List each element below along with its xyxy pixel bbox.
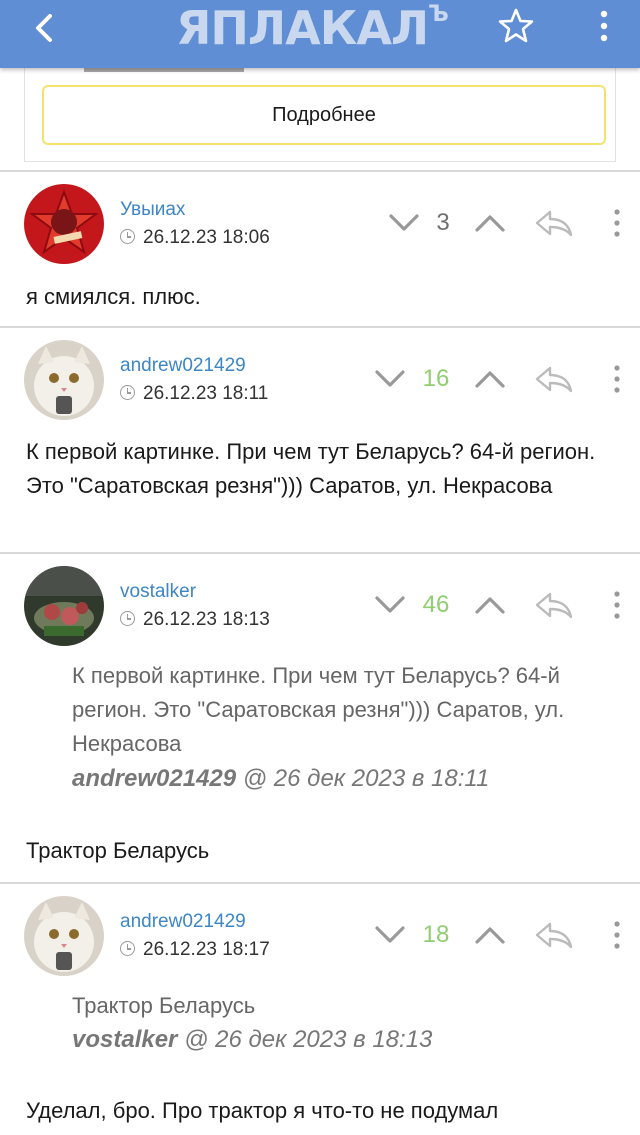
clock-icon	[120, 941, 135, 956]
comment-time: 26.12.23 18:17	[120, 939, 270, 961]
comment-author[interactable]: andrew021429	[120, 355, 246, 377]
vote-down-chevron-icon[interactable]	[374, 368, 406, 390]
reply-icon[interactable]	[534, 590, 574, 620]
comment-score: 3	[436, 209, 450, 236]
vote-down-chevron-icon[interactable]	[374, 594, 406, 616]
comment-text: Уделал, бро. Про трактор я что-то не под…	[26, 1098, 499, 1123]
avatar[interactable]	[24, 896, 104, 976]
comment-text: я смиялся. плюс.	[26, 284, 201, 309]
vote-down-chevron-icon[interactable]	[374, 924, 406, 946]
vote-up-chevron-icon[interactable]	[474, 368, 506, 390]
vote-up-chevron-icon[interactable]	[474, 924, 506, 946]
quote-text: К первой картинке. При чем тут Беларусь?…	[72, 663, 565, 756]
comment-time: 26.12.23 18:13	[120, 609, 270, 631]
quote-author[interactable]: andrew021429	[72, 765, 236, 792]
comment-author[interactable]: Увыиах	[120, 199, 185, 221]
clock-icon	[120, 229, 135, 244]
reply-icon[interactable]	[534, 208, 574, 238]
reply-icon[interactable]	[534, 364, 574, 394]
divider	[0, 552, 640, 554]
avatar[interactable]	[24, 566, 104, 646]
comment-score: 16	[422, 365, 450, 392]
comment-time: 26.12.23 18:11	[120, 383, 268, 405]
comment-text: К первой картинке. При чем тут Беларусь?…	[26, 439, 596, 498]
kebab-menu-icon[interactable]	[592, 6, 616, 46]
avatar[interactable]	[24, 184, 104, 264]
top-bar: ЯПЛАКАЛЪ	[0, 0, 640, 68]
quote-attribution: andrew021429 @ 26 дек 2023 в 18:11	[72, 765, 490, 792]
quote-text: Трактор Беларусь	[72, 993, 256, 1018]
divider	[0, 882, 640, 884]
quote-author[interactable]: vostalker	[72, 1026, 177, 1053]
comment-score: 46	[422, 591, 450, 618]
comment-menu-icon[interactable]	[612, 920, 622, 950]
clock-icon	[120, 611, 135, 626]
comment-time: 26.12.23 18:06	[120, 227, 270, 249]
more-button[interactable]: Подробнее	[42, 85, 606, 145]
comment-author[interactable]: andrew021429	[120, 911, 246, 933]
vote-up-chevron-icon[interactable]	[474, 594, 506, 616]
comment-score: 18	[422, 921, 450, 948]
vote-up-chevron-icon[interactable]	[474, 212, 506, 234]
reply-icon[interactable]	[534, 920, 574, 950]
comment-menu-icon[interactable]	[612, 364, 622, 394]
avatar[interactable]	[24, 340, 104, 420]
clock-icon	[120, 385, 135, 400]
comment-text: Трактор Беларусь	[26, 838, 210, 863]
divider	[0, 326, 640, 328]
comment-menu-icon[interactable]	[612, 208, 622, 238]
comment-author[interactable]: vostalker	[120, 581, 196, 603]
thumbs-down-chevron-icon[interactable]	[388, 212, 420, 234]
comment-menu-icon[interactable]	[612, 590, 622, 620]
site-logo[interactable]: ЯПЛАКАЛЪ	[176, 2, 476, 54]
chevron-left-icon[interactable]	[26, 8, 66, 48]
star-icon[interactable]	[496, 6, 536, 46]
quote-attribution: vostalker @ 26 дек 2023 в 18:13	[72, 1026, 433, 1053]
divider	[0, 170, 640, 172]
